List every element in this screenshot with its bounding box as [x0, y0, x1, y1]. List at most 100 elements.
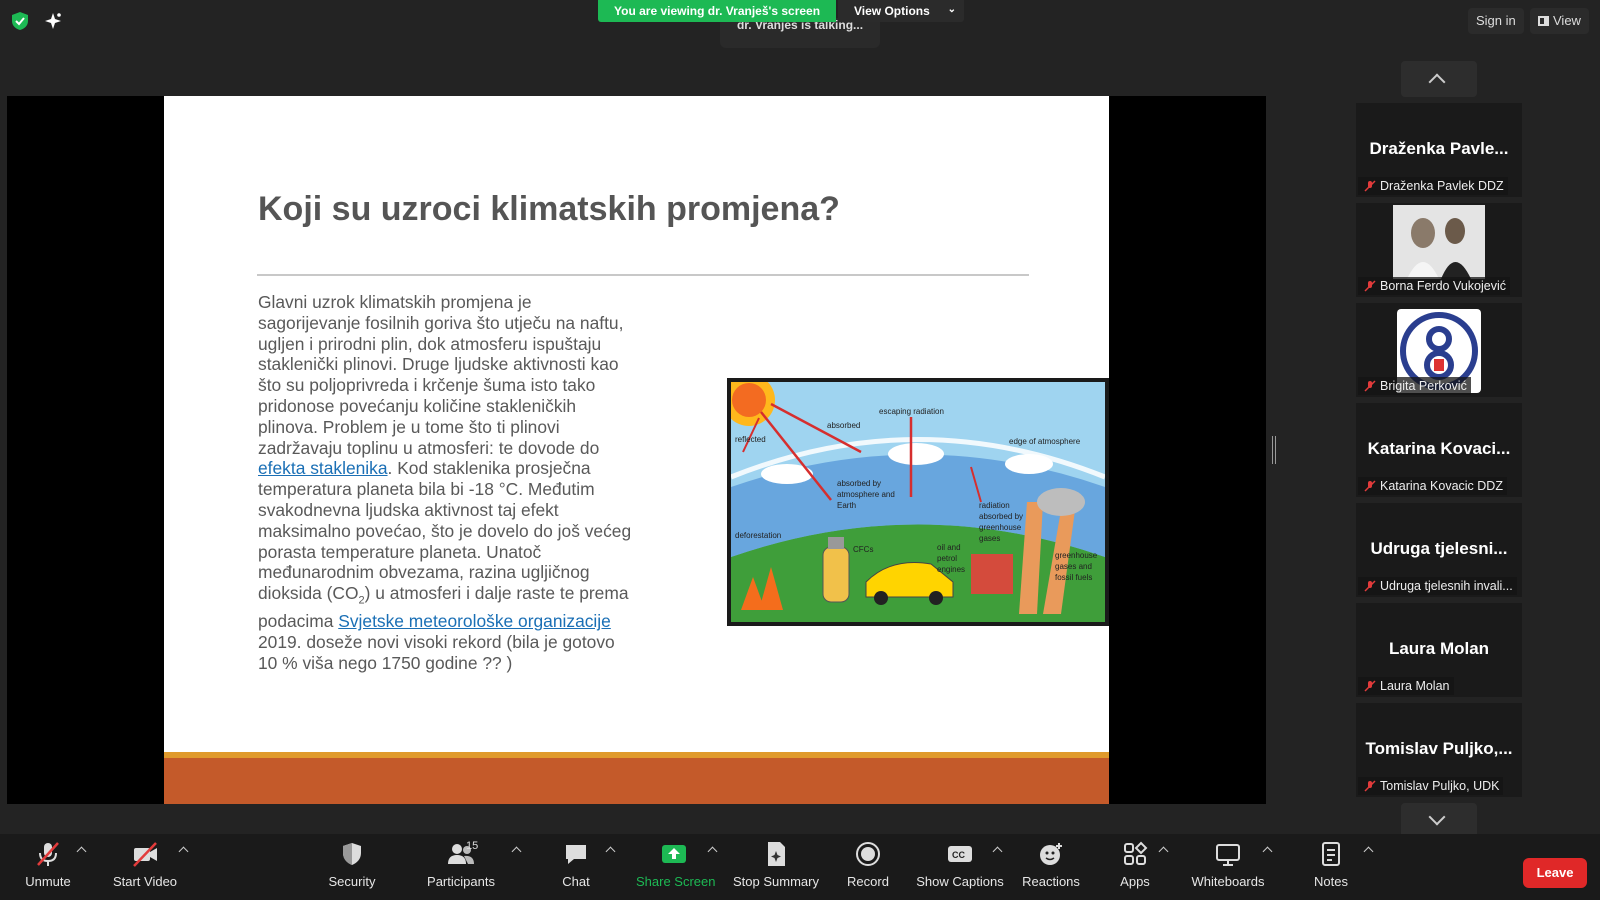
diagram-label-gh-1: greenhouse: [1055, 551, 1098, 560]
participant-name-label: Laura Molan: [1358, 677, 1454, 695]
muted-mic-icon: [1364, 280, 1376, 292]
gallery-scroll-up-button[interactable]: [1401, 61, 1477, 97]
encryption-shield-icon[interactable]: [10, 11, 30, 31]
participant-tile[interactable]: Katarina Kovaci... Katarina Kovacic DDZ: [1356, 403, 1522, 497]
leave-meeting-button[interactable]: Leave: [1523, 858, 1587, 888]
muted-mic-icon: [37, 842, 59, 866]
notes-options-caret-icon[interactable]: [1363, 846, 1373, 856]
viewing-screen-banner: You are viewing dr. Vranješ's screen: [598, 0, 837, 22]
security-button[interactable]: Security: [320, 840, 384, 896]
notes-label: Notes: [1314, 874, 1348, 889]
whiteboards-label: Whiteboards: [1191, 874, 1265, 889]
record-button[interactable]: Record: [842, 840, 894, 896]
diagram-label-edge: edge of atmosphere: [1009, 437, 1081, 446]
view-button[interactable]: View: [1530, 8, 1589, 34]
participants-label: Participants: [427, 874, 495, 889]
whiteboards-button[interactable]: Whiteboards: [1190, 840, 1266, 896]
muted-mic-icon: [1364, 380, 1376, 392]
share-options-caret-icon[interactable]: [707, 846, 717, 856]
summary-document-icon: [768, 842, 785, 866]
participant-name-text: Udruga tjelesnih invali...: [1380, 579, 1513, 593]
chevron-down-icon: [1428, 808, 1446, 826]
participant-tile[interactable]: Borna Ferdo Vukojević: [1356, 203, 1522, 297]
top-bar: dr. Vranješ is talking... You are viewin…: [0, 0, 1600, 48]
participants-button[interactable]: 15 Participants: [426, 840, 496, 896]
participants-options-caret-icon[interactable]: [511, 846, 521, 856]
captions-options-caret-icon[interactable]: [992, 846, 1002, 856]
unmute-button[interactable]: Unmute: [18, 840, 78, 896]
participant-tile[interactable]: Brigita Perković: [1356, 303, 1522, 397]
view-options-label: View Options: [854, 4, 930, 18]
security-label: Security: [328, 874, 376, 889]
muted-mic-icon: [1364, 580, 1376, 592]
ai-companion-icon[interactable]: [42, 10, 64, 32]
participant-name-text: Borna Ferdo Vukojević: [1380, 279, 1506, 293]
participant-name-text: Katarina Kovacic DDZ: [1380, 479, 1503, 493]
participant-tile[interactable]: Udruga tjelesni... Udruga tjelesnih inva…: [1356, 503, 1522, 597]
chat-bubble-icon: [566, 845, 586, 864]
participant-name-label: Tomislav Puljko, UDK: [1358, 777, 1504, 795]
participant-display-name: Draženka Pavle...: [1369, 139, 1509, 158]
slide-title-divider: [257, 274, 1029, 276]
view-layout-icon: [1538, 16, 1549, 26]
diagram-label-absorbed: absorbed: [827, 421, 860, 430]
stop-summary-label: Stop Summary: [733, 874, 819, 889]
sign-in-button[interactable]: Sign in: [1468, 8, 1524, 34]
wmo-link[interactable]: Svjetske meteorološke organizacije: [338, 611, 611, 631]
participants-count: 15: [466, 840, 479, 852]
video-options-caret-icon[interactable]: [178, 846, 188, 856]
diagram-label-absorbed-by-2: atmosphere and: [837, 490, 895, 499]
greenhouse-effect-link[interactable]: efekta staklenika: [258, 458, 388, 478]
apps-options-caret-icon[interactable]: [1158, 846, 1168, 856]
chevron-up-icon: [1428, 73, 1446, 91]
panel-resize-handle[interactable]: [1272, 436, 1276, 464]
participant-tile[interactable]: Draženka Pavle... Draženka Pavlek DDZ: [1356, 103, 1522, 197]
emoji-reaction-icon: [1040, 843, 1062, 865]
presentation-slide: Koji su uzroci klimatskih promjena? Glav…: [164, 96, 1109, 804]
diagram-label-radiation-1: radiation: [979, 501, 1010, 510]
show-captions-button[interactable]: CC Show Captions: [916, 840, 1004, 896]
chat-button[interactable]: Chat: [556, 840, 596, 896]
start-video-label: Start Video: [112, 874, 178, 889]
body-text-part-1: Glavni uzrok klimatskih promjena je sago…: [258, 292, 624, 458]
muted-mic-icon: [1364, 780, 1376, 792]
view-options-button[interactable]: View Options ⌄: [838, 0, 964, 22]
show-captions-label: Show Captions: [916, 874, 1004, 889]
record-icon: [856, 842, 880, 866]
diagram-label-gh-3: fossil fuels: [1055, 573, 1092, 582]
audio-options-caret-icon[interactable]: [76, 846, 86, 856]
reactions-button[interactable]: Reactions: [1022, 840, 1080, 896]
share-screen-button[interactable]: Share Screen: [636, 840, 716, 896]
participant-tile[interactable]: Tomislav Puljko,... Tomislav Puljko, UDK: [1356, 703, 1522, 797]
participant-display-name: Udruga tjelesni...: [1370, 539, 1508, 558]
apps-grid-icon: [1124, 841, 1148, 865]
apps-button[interactable]: Apps: [1118, 840, 1152, 896]
participant-display-name: Laura Molan: [1388, 639, 1490, 658]
participant-name-text: Tomislav Puljko, UDK: [1380, 779, 1500, 793]
chat-options-caret-icon[interactable]: [605, 846, 615, 856]
record-label: Record: [847, 874, 889, 889]
body-text-part-4: 2019. doseže novi visoki rekord (bila je…: [258, 632, 615, 674]
active-speaker-indicator: dr. Vranješ is talking...: [720, 18, 880, 48]
muted-mic-icon: [1364, 480, 1376, 492]
whiteboard-icon: [1216, 844, 1240, 866]
notes-icon: [1322, 842, 1340, 866]
meeting-toolbar: Unmute Start Video Security 15 Participa…: [0, 834, 1600, 900]
notes-button[interactable]: Notes: [1310, 840, 1352, 896]
muted-mic-icon: [1364, 180, 1376, 192]
chevron-down-icon: ⌄: [947, 4, 956, 15]
stop-summary-button[interactable]: Stop Summary: [732, 840, 820, 896]
diagram-label-radiation-3: greenhouse: [979, 523, 1022, 532]
whiteboards-options-caret-icon[interactable]: [1262, 846, 1272, 856]
participant-video-photo: [1393, 205, 1485, 279]
participant-display-name: Tomislav Puljko,...: [1365, 739, 1513, 758]
diagram-label-absorbed-by-1: absorbed by: [837, 479, 881, 488]
diagram-label-radiation-4: gases: [979, 534, 1000, 543]
start-video-button[interactable]: Start Video: [110, 840, 180, 896]
slide-body-text: Glavni uzrok klimatskih promjena je sago…: [258, 292, 638, 674]
diagram-label-escaping: escaping radiation: [879, 407, 944, 416]
participant-name-label: Udruga tjelesnih invali...: [1358, 577, 1517, 595]
participant-tile[interactable]: Laura Molan Laura Molan: [1356, 603, 1522, 697]
participant-name-label: Brigita Perković: [1358, 377, 1471, 395]
chat-label: Chat: [562, 874, 590, 889]
